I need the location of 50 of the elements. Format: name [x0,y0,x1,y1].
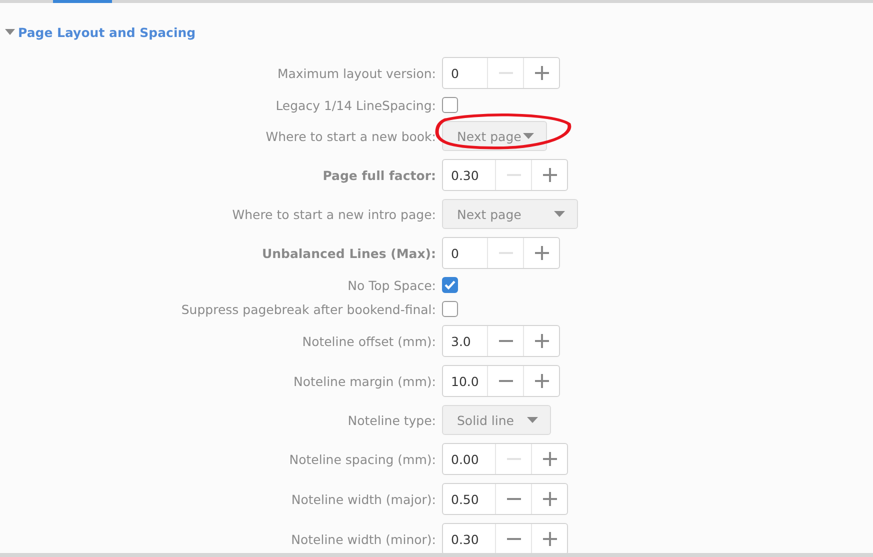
plus-icon [542,168,556,182]
spin-field[interactable]: 0.50 [442,483,568,515]
setting-label: Maximum layout version: [276,66,436,80]
plus-icon [534,334,548,348]
minus-icon [506,538,520,540]
setting-label: Legacy 1/14 LineSpacing: [274,98,436,112]
minus-icon [506,498,520,500]
caret-icon [554,211,565,217]
plus-icon [542,492,556,506]
spin-value: 3.0 [450,332,472,350]
checkbox[interactable] [442,97,458,113]
spin-field[interactable]: 0 [442,237,560,269]
spin-value: 10.0 [450,372,480,390]
spin-value: 0 [450,64,460,82]
spin-field[interactable]: 0 [442,57,560,89]
caret-icon [523,133,534,139]
spin-field[interactable]: 3.0 [442,325,560,357]
expand-triangle-icon [5,29,15,36]
plus-icon [534,374,548,388]
spin-value: 0.00 [450,450,480,468]
setting-label: Suppress pagebreak after bookend-final: [180,302,436,316]
checkbox[interactable] [442,301,458,317]
spin-field[interactable]: 0.30 [442,159,568,191]
setting-label: Page full factor: [322,168,436,182]
spin-value: 0 [450,244,460,262]
caret-icon [527,417,538,423]
minus-icon [498,340,512,342]
setting-label: Noteline type: [346,412,436,428]
setting-label: Noteline margin (mm): [292,374,436,388]
spin-value: 0.30 [450,530,480,548]
tab-indicator [53,0,112,3]
setting-label: Noteline offset (mm): [301,334,436,348]
plus-icon [534,66,548,80]
setting-label: Where to start a new book: [264,128,436,144]
checkbox[interactable] [442,277,458,293]
spin-field[interactable]: 0.30 [442,523,568,555]
spin-field[interactable]: 0.00 [442,443,568,475]
spin-value: 0.50 [450,490,480,508]
spin-value: 0.30 [450,166,480,184]
setting-label: Noteline spacing (mm): [288,452,436,466]
plus-icon [542,452,556,466]
setting-label: Noteline width (major): [290,492,436,506]
setting-label: Where to start a new intro page: [231,206,436,222]
setting-label: Unbalanced Lines (Max): [260,246,436,260]
setting-label: Noteline width (minor): [290,532,436,546]
plus-icon [534,246,548,260]
minus-icon [498,380,512,382]
spin-field[interactable]: 10.0 [442,365,560,397]
plus-icon [542,532,556,546]
setting-label: No Top Space: [346,278,436,292]
